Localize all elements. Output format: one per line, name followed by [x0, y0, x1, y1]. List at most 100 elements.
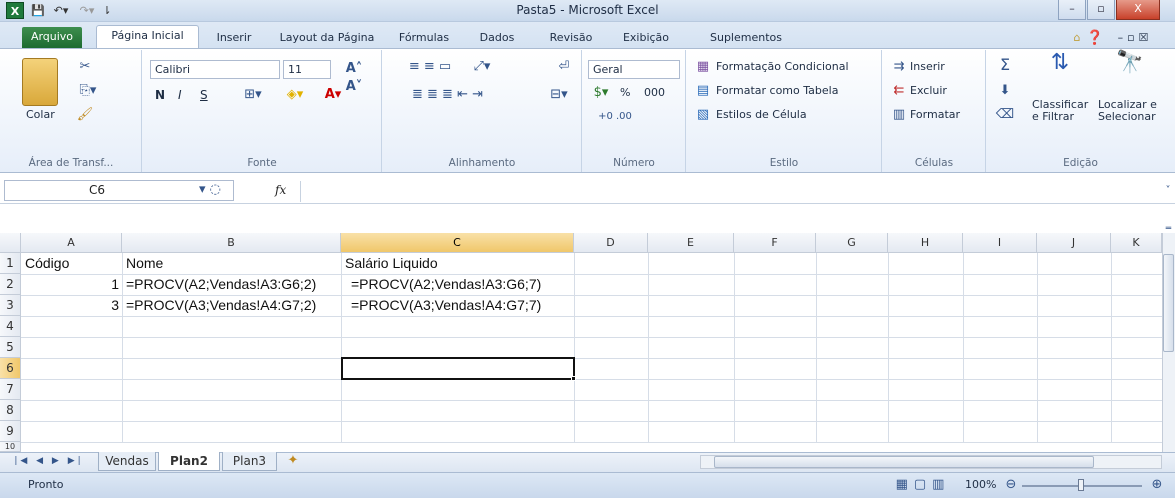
workbook-window-controls[interactable]: –▫☒ — [1105, 28, 1165, 48]
vertical-align-icons[interactable]: ≡ ≡ ▭ — [390, 58, 470, 76]
column-header-a[interactable]: A — [21, 233, 122, 253]
format-table-icon[interactable]: ▤ — [694, 82, 712, 100]
maximize-button[interactable]: ▫ — [1087, 0, 1115, 20]
row-header-6[interactable]: 6 — [0, 358, 21, 379]
sheet-tab-plan2[interactable]: Plan2 — [158, 452, 220, 471]
insert-function-button[interactable]: fx — [275, 181, 297, 200]
borders-icon[interactable]: ⊞▾ — [238, 86, 268, 104]
column-header-d[interactable]: D — [574, 233, 648, 253]
row-header-2[interactable]: 2 — [0, 274, 21, 295]
horizontal-scroll-thumb[interactable] — [714, 456, 1094, 468]
close-button[interactable]: X — [1116, 0, 1160, 20]
insert-sheet-icon[interactable]: ✦ — [281, 452, 305, 470]
select-all-button[interactable] — [0, 233, 21, 253]
wrap-text-icon[interactable]: ⏎ — [555, 58, 573, 76]
tab-page-layout[interactable]: Layout da Página — [273, 28, 381, 48]
conditional-format-icon[interactable]: ▦ — [694, 58, 712, 76]
expand-formula-icon[interactable]: ˅ — [1162, 182, 1174, 200]
cell-c2[interactable]: =PROCV(A2;Vendas!A3:G6;7) — [351, 274, 572, 295]
active-cell-c6[interactable] — [341, 357, 575, 380]
help-icon[interactable]: ❓ — [1085, 28, 1105, 48]
minimize-button[interactable]: – — [1058, 0, 1086, 20]
number-format-box[interactable]: Geral — [588, 60, 680, 79]
cell-b1[interactable]: Nome — [126, 253, 339, 274]
cell-a3[interactable]: 3 — [25, 295, 119, 316]
paste-icon[interactable] — [22, 58, 58, 106]
tab-addins[interactable]: Suplementos — [695, 28, 797, 48]
column-header-g[interactable]: G — [816, 233, 888, 253]
find-icon[interactable]: 🔭 — [1110, 52, 1150, 74]
fill-handle[interactable] — [571, 376, 576, 381]
tab-home[interactable]: Página Inicial — [96, 25, 199, 49]
row-header-1[interactable]: 1 — [0, 253, 21, 274]
formula-input[interactable] — [300, 181, 1162, 202]
row-header-9[interactable]: 9 — [0, 421, 21, 442]
row-header-7[interactable]: 7 — [0, 379, 21, 400]
cut-icon[interactable]: ✂ — [76, 58, 94, 76]
font-color-icon[interactable]: A▾ — [318, 86, 348, 104]
delete-cells-icon[interactable]: ⇇ — [890, 82, 908, 100]
sort-filter-icon[interactable]: ⇅ — [1040, 52, 1080, 74]
column-header-j[interactable]: J — [1037, 233, 1111, 253]
fill-icon[interactable]: ⬇ — [994, 82, 1016, 100]
font-size-box[interactable]: 11 — [283, 60, 331, 79]
column-header-f[interactable]: F — [734, 233, 816, 253]
format-painter-icon[interactable]: 🖌 — [76, 106, 94, 124]
cell-a2[interactable]: 1 — [25, 274, 119, 295]
merge-center-icon[interactable]: ⊟▾ — [545, 86, 573, 104]
column-header-h[interactable]: H — [888, 233, 963, 253]
cell-c3[interactable]: =PROCV(A3;Vendas!A4:G7;7) — [351, 295, 572, 316]
tab-review[interactable]: Revisão — [540, 28, 602, 48]
tab-view[interactable]: Exibição — [612, 28, 680, 48]
currency-icon[interactable]: $▾ — [588, 84, 614, 102]
format-as-table-button[interactable]: Formatar como Tabela — [716, 84, 838, 97]
autosum-icon[interactable]: Σ — [994, 56, 1016, 74]
underline-button[interactable]: S — [200, 88, 208, 102]
column-header-e[interactable]: E — [648, 233, 734, 253]
cell-b2[interactable]: =PROCV(A2;Vendas!A3:G6;2) — [126, 274, 339, 295]
decimal-icons[interactable]: +0 .00 — [590, 108, 640, 126]
sheet-nav-arrows[interactable]: |◀ ◀ ▶ ▶| — [4, 452, 94, 470]
format-cells-icon[interactable]: ▥ — [890, 106, 908, 124]
row-header-10[interactable]: 10 — [0, 442, 21, 452]
font-name-box[interactable]: Calibri — [150, 60, 280, 79]
vertical-scroll-thumb[interactable] — [1163, 254, 1174, 352]
cell-a1[interactable]: Código — [25, 253, 120, 274]
delete-cells-button[interactable]: Excluir — [910, 84, 947, 97]
insert-cells-button[interactable]: Inserir — [910, 60, 945, 73]
minimize-ribbon-icon[interactable]: ⌂ — [1068, 28, 1086, 48]
thousands-button[interactable]: 000 — [644, 86, 665, 99]
sheet-tab-plan3[interactable]: Plan3 — [222, 452, 277, 471]
row-header-3[interactable]: 3 — [0, 295, 21, 316]
cell-b3[interactable]: =PROCV(A3;Vendas!A4:G7;2) — [126, 295, 339, 316]
cell-c1[interactable]: Salário Liquido — [345, 253, 572, 274]
horizontal-align-icons[interactable]: ≣ ≣ ≣ ⇤ ⇥ — [390, 86, 505, 104]
column-header-c[interactable]: C — [341, 233, 574, 253]
tab-formulas[interactable]: Fórmulas — [390, 28, 458, 48]
column-header-k[interactable]: K — [1111, 233, 1162, 253]
sheet-tab-vendas[interactable]: Vendas — [98, 452, 156, 471]
tab-insert[interactable]: Inserir — [205, 28, 263, 48]
zoom-out-button[interactable]: ⊖ — [1004, 476, 1018, 494]
zoom-slider-thumb[interactable] — [1078, 479, 1084, 491]
name-box-dropdown-icon[interactable]: ▾ ◌ — [196, 181, 224, 199]
zoom-in-button[interactable]: ⊕ — [1150, 476, 1164, 494]
copy-icon[interactable]: ⎘▾ — [76, 82, 100, 100]
view-buttons[interactable]: ▦▢▥ — [888, 476, 958, 494]
zoom-level[interactable]: 100% — [965, 478, 996, 491]
italic-button[interactable]: I — [178, 88, 182, 102]
row-header-4[interactable]: 4 — [0, 316, 21, 337]
bold-button[interactable]: N — [155, 88, 165, 102]
tab-data[interactable]: Dados — [468, 28, 526, 48]
clear-icon[interactable]: ⌫ — [994, 106, 1016, 124]
split-box-icon[interactable]: ═ — [1162, 220, 1175, 238]
tab-file[interactable]: Arquivo — [22, 27, 82, 48]
insert-cells-icon[interactable]: ⇉ — [890, 58, 908, 76]
conditional-formatting-button[interactable]: Formatação Condicional — [716, 60, 849, 73]
format-cells-button[interactable]: Formatar — [910, 108, 960, 121]
percent-button[interactable]: % — [620, 86, 630, 99]
orientation-icon[interactable]: ⤢▾ — [470, 58, 494, 76]
find-label-2[interactable]: Selecionar — [1098, 110, 1156, 123]
cell-styles-button[interactable]: Estilos de Célula — [716, 108, 807, 121]
fill-color-icon[interactable]: ◈▾ — [280, 86, 310, 104]
